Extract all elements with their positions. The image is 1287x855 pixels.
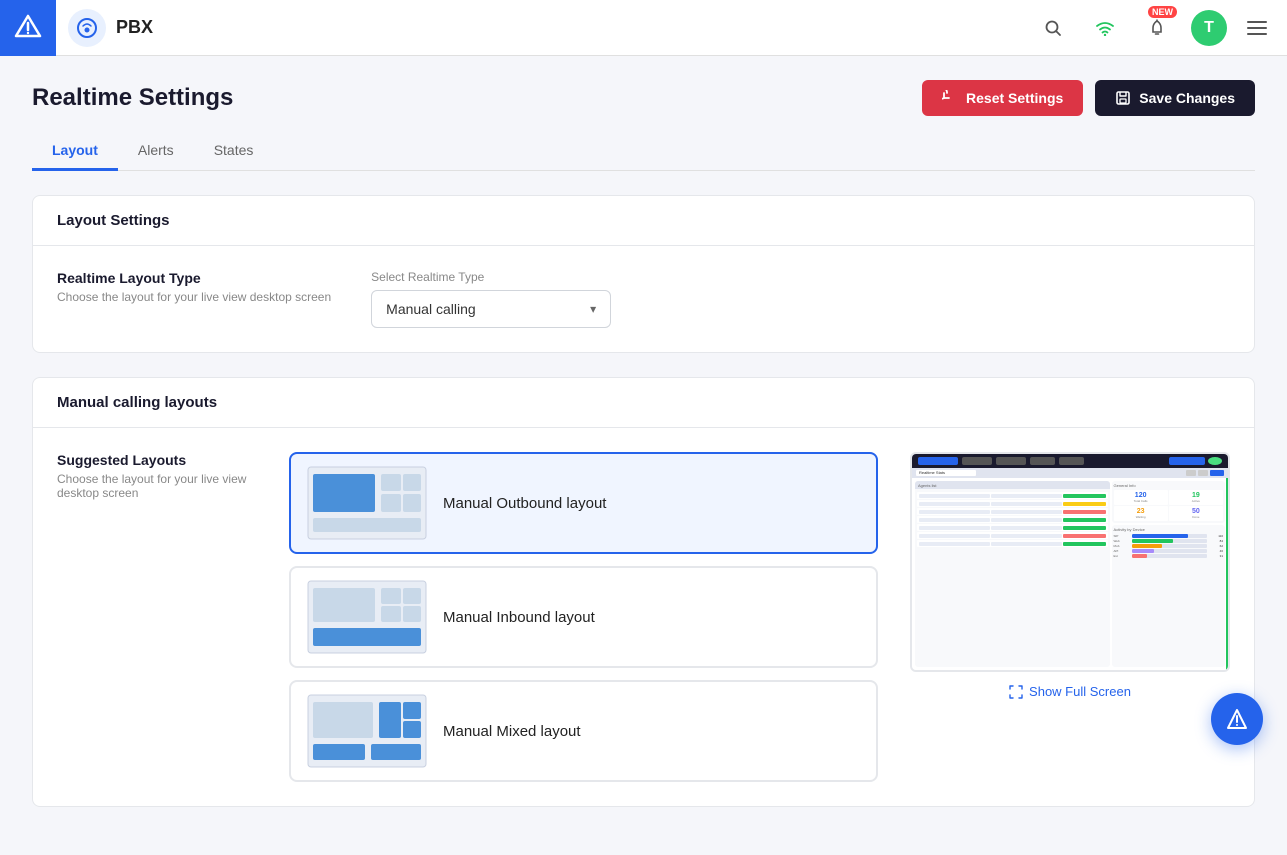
layout-thumbnail-inbound <box>307 580 427 654</box>
layout-name-inbound: Manual Inbound layout <box>443 609 595 626</box>
layout-item-inbound[interactable]: Manual Inbound layout <box>289 566 878 668</box>
preview-screenshot: Realtime Stats Agents list <box>912 454 1228 670</box>
preview-frame: Realtime Stats Agents list <box>910 452 1230 672</box>
main-content: Realtime Settings Reset Settings Save Ch… <box>0 56 1287 855</box>
avatar[interactable]: T <box>1191 10 1227 46</box>
layout-name-outbound: Manual Outbound layout <box>443 495 606 512</box>
show-fullscreen-label: Show Full Screen <box>1029 684 1131 699</box>
layout-item-outbound[interactable]: Manual Outbound layout <box>289 452 878 554</box>
tab-alerts[interactable]: Alerts <box>118 132 194 171</box>
layout-settings-body: Realtime Layout Type Choose the layout f… <box>33 246 1254 352</box>
app-title: PBX <box>116 17 153 38</box>
layout-type-row: Realtime Layout Type Choose the layout f… <box>57 270 1230 328</box>
layout-thumbnail-outbound <box>307 466 427 540</box>
layouts-content: Suggested Layouts Choose the layout for … <box>33 428 1254 806</box>
app-logo[interactable] <box>0 0 56 56</box>
preview-area: Realtime Stats Agents list <box>910 452 1230 782</box>
save-changes-button[interactable]: Save Changes <box>1095 80 1255 116</box>
suggested-layouts-heading: Suggested Layouts <box>57 452 257 468</box>
layout-type-label-group: Realtime Layout Type Choose the layout f… <box>57 270 331 304</box>
layout-type-description: Choose the layout for your live view des… <box>57 290 331 304</box>
show-fullscreen-button[interactable]: Show Full Screen <box>1009 684 1131 699</box>
layout-settings-card: Layout Settings Realtime Layout Type Cho… <box>32 195 1255 353</box>
wifi-button[interactable] <box>1087 10 1123 46</box>
layouts-list: Manual Outbound layout <box>289 452 878 782</box>
selected-type-value: Manual calling <box>386 301 476 317</box>
suggested-layouts-label-group: Suggested Layouts Choose the layout for … <box>57 452 257 782</box>
suggested-layouts-description: Choose the layout for your live view des… <box>57 472 257 500</box>
pbx-icon <box>68 9 106 47</box>
search-button[interactable] <box>1035 10 1071 46</box>
layout-settings-title: Layout Settings <box>33 196 1254 246</box>
layout-thumbnail-mixed <box>307 694 427 768</box>
layout-type-heading: Realtime Layout Type <box>57 270 331 286</box>
realtime-type-select-container: Select Realtime Type Manual calling ▾ <box>371 270 611 328</box>
page-title: Realtime Settings <box>32 84 233 112</box>
reset-settings-label: Reset Settings <box>966 90 1063 106</box>
layout-name-mixed: Manual Mixed layout <box>443 723 581 740</box>
save-changes-label: Save Changes <box>1139 90 1235 106</box>
header-actions: Reset Settings Save Changes <box>922 80 1255 116</box>
notification-button[interactable]: new <box>1139 10 1175 46</box>
realtime-type-dropdown[interactable]: Manual calling ▾ <box>371 290 611 328</box>
reset-settings-button[interactable]: Reset Settings <box>922 80 1083 116</box>
manual-layouts-card: Manual calling layouts Suggested Layouts… <box>32 377 1255 807</box>
fab-button[interactable] <box>1211 693 1263 745</box>
page-header: Realtime Settings Reset Settings Save Ch… <box>32 80 1255 116</box>
manual-layouts-title: Manual calling layouts <box>33 378 1254 428</box>
tabs: Layout Alerts States <box>32 132 1255 171</box>
topbar: PBX new T <box>0 0 1287 56</box>
chevron-down-icon: ▾ <box>590 302 596 316</box>
layout-item-mixed[interactable]: Manual Mixed layout <box>289 680 878 782</box>
tab-states[interactable]: States <box>194 132 274 171</box>
select-label: Select Realtime Type <box>371 270 611 284</box>
new-badge: new <box>1148 6 1177 18</box>
tab-layout[interactable]: Layout <box>32 132 118 171</box>
menu-button[interactable] <box>1243 17 1271 39</box>
